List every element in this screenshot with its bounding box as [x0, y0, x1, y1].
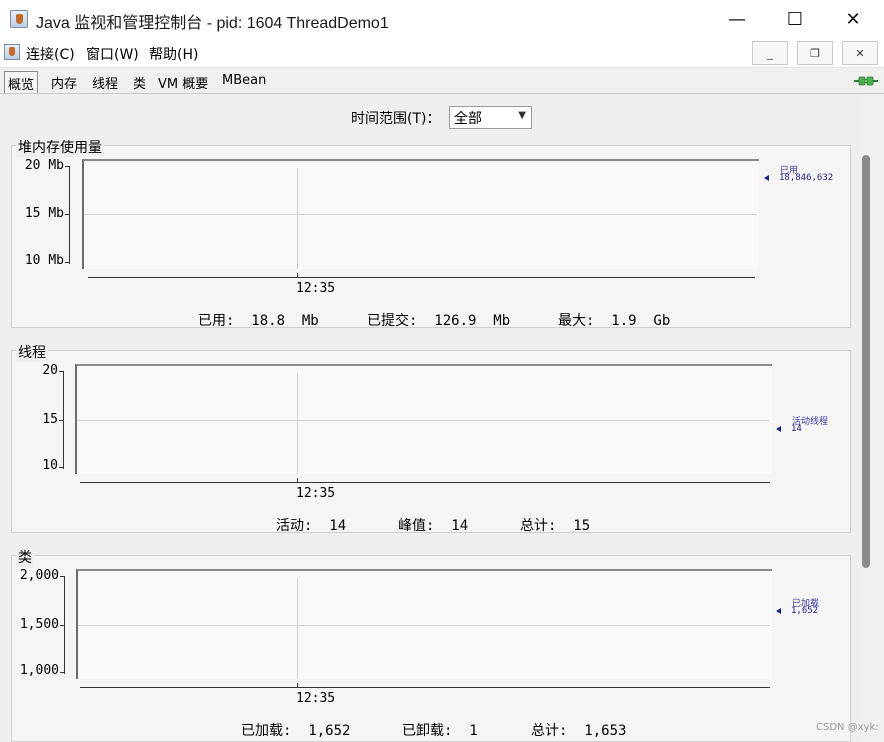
classes-plot — [76, 569, 772, 679]
x-tick-label: 12:35 — [296, 281, 336, 296]
x-axis — [88, 277, 755, 278]
y-tick-label: 10 Mb — [24, 253, 64, 268]
mdi-minimize-button[interactable]: _ — [752, 41, 788, 65]
heap-memory-title: 堆内存使用量 — [16, 137, 104, 157]
connection-plug-icon[interactable] — [854, 75, 878, 87]
y-tick — [60, 672, 65, 673]
y-tick-label: 1,000 — [19, 663, 59, 678]
legend-marker — [776, 426, 781, 432]
menu-help[interactable]: 帮助(H) — [149, 44, 198, 64]
classes-unloaded-stat: 已卸载: 1 — [402, 723, 478, 739]
threads-peak-stat: 峰值: 14 — [398, 518, 469, 534]
threads-total-stat: 总计: 15 — [520, 518, 591, 534]
y-tick — [65, 262, 70, 263]
y-tick — [60, 576, 65, 577]
y-tick — [59, 420, 64, 421]
grid-line — [84, 214, 757, 215]
grid-line — [78, 625, 770, 626]
y-tick — [59, 467, 64, 468]
heap-committed-stat: 已提交: 126.9 Mb — [367, 313, 511, 329]
y-tick — [59, 371, 64, 372]
threads-live-stat: 活动: 14 — [276, 518, 347, 534]
chevron-down-icon: ▼ — [518, 110, 526, 121]
y-tick-label: 2,000 — [19, 568, 59, 583]
title-bar: Java 监视和管理控制台 - pid: 1604 ThreadDemo1 — … — [0, 0, 884, 38]
grid-line — [297, 578, 298, 679]
heap-max-stat: 最大: 1.9 Gb — [558, 313, 671, 329]
y-tick-label: 10 — [42, 458, 58, 473]
mdi-restore-button[interactable]: ❐ — [797, 41, 833, 65]
mdi-close-button[interactable]: ✕ — [842, 41, 878, 65]
maximize-button[interactable]: ☐ — [766, 0, 824, 38]
x-tick-label: 12:35 — [296, 691, 336, 706]
legend-live-threads-value: 14 — [791, 424, 802, 434]
time-range-value: 全部 — [454, 111, 482, 127]
grid-line — [297, 168, 298, 269]
minimize-button[interactable]: — — [708, 0, 766, 38]
tab-vm-summary[interactable]: VM 概要 — [155, 71, 211, 93]
x-tick — [297, 478, 298, 483]
tab-overview[interactable]: 概览 — [4, 71, 39, 93]
threads-title: 线程 — [16, 342, 48, 362]
scrollbar-thumb[interactable] — [862, 155, 870, 568]
classes-title: 类 — [16, 547, 34, 567]
tab-mbean[interactable]: MBean — [219, 71, 269, 93]
java-app-icon — [10, 10, 28, 28]
y-tick — [60, 625, 65, 626]
x-axis — [80, 687, 770, 688]
legend-loaded-value: 1,652 — [791, 606, 819, 616]
time-range-label: 时间范围(T)： — [351, 111, 441, 127]
classes-total-stat: 总计: 1,653 — [531, 723, 627, 739]
legend-marker — [776, 608, 781, 614]
heap-used-stat: 已用: 18.8 Mb — [198, 313, 319, 329]
legend-used-value: 18,846,632 — [779, 173, 834, 183]
y-axis — [69, 166, 70, 264]
menu-connect[interactable]: 连接(C) — [26, 44, 75, 64]
x-tick — [297, 273, 298, 278]
tab-memory[interactable]: 内存 — [48, 71, 80, 93]
y-tick-label: 20 — [42, 363, 58, 378]
grid-line — [77, 420, 770, 421]
tab-threads[interactable]: 线程 — [89, 71, 121, 93]
threads-plot — [75, 364, 772, 474]
close-button[interactable]: ✕ — [824, 0, 882, 38]
y-tick-label: 15 — [42, 412, 58, 427]
y-tick-label: 1,500 — [19, 617, 59, 632]
tab-classes[interactable]: 类 — [130, 71, 149, 93]
x-tick — [297, 683, 298, 688]
java-doc-icon — [4, 44, 20, 60]
menu-window[interactable]: 窗口(W) — [86, 44, 139, 64]
y-tick — [65, 166, 70, 167]
window-title: Java 监视和管理控制台 - pid: 1604 ThreadDemo1 — [36, 15, 389, 32]
time-range-select[interactable]: 全部 ▼ — [449, 106, 532, 129]
classes-loaded-stat: 已加载: 1,652 — [241, 723, 351, 739]
y-tick-label: 15 Mb — [24, 206, 64, 221]
x-axis — [80, 482, 770, 483]
watermark: CSDN @xyk: — [816, 722, 879, 733]
y-tick — [65, 214, 70, 215]
grid-line — [297, 373, 298, 474]
tab-bar: 概览 内存 线程 类 VM 概要 MBean — [0, 68, 884, 94]
legend-marker — [764, 175, 769, 181]
x-tick-label: 12:35 — [296, 486, 336, 501]
y-tick-label: 20 Mb — [24, 158, 64, 173]
